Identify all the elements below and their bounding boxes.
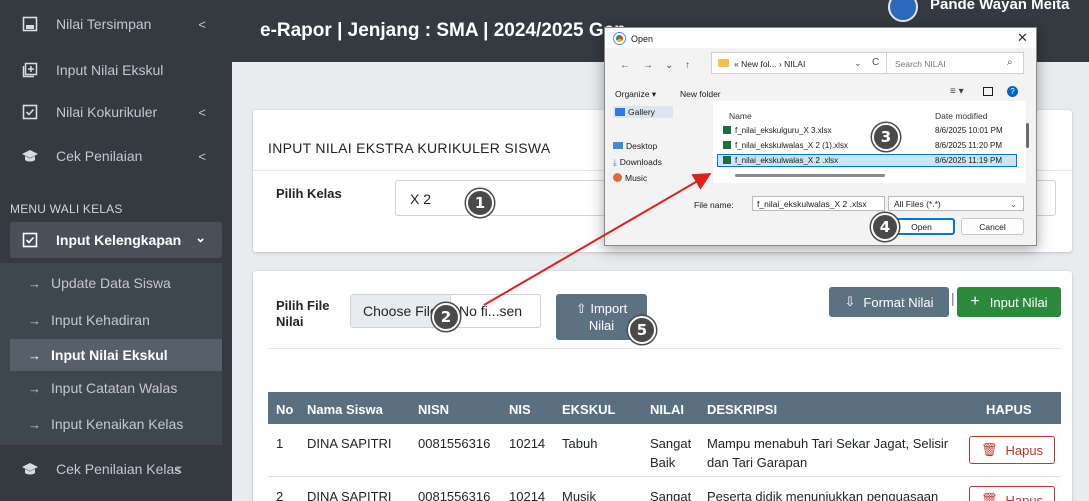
- step-marker-3: 3: [872, 123, 900, 151]
- step-marker-1: 1: [466, 189, 494, 217]
- annotation-arrow: [483, 172, 712, 306]
- step-marker-2: 2: [432, 303, 460, 331]
- step-marker-4: 4: [871, 213, 899, 241]
- step-marker-5: 5: [628, 316, 656, 344]
